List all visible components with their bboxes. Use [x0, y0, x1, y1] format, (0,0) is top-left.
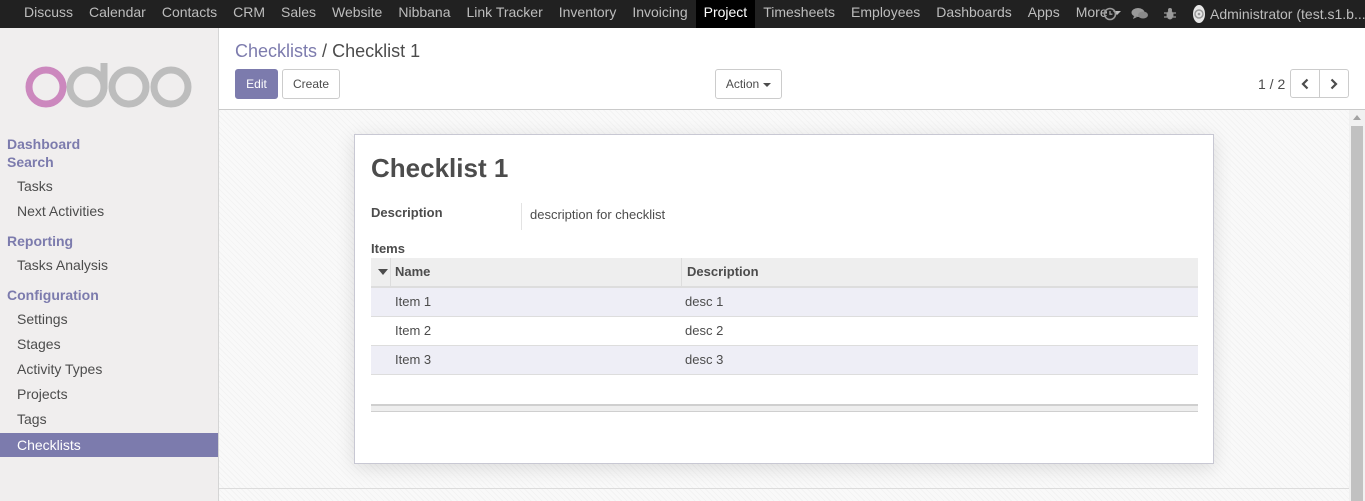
edit-button[interactable]: Edit	[235, 69, 278, 99]
table-row[interactable]: Item 1 desc 1	[371, 288, 1198, 317]
row-name-cell: Item 3	[395, 352, 432, 367]
content-footer-divider	[219, 488, 1349, 489]
app-crm[interactable]: CRM	[225, 0, 273, 28]
chevron-right-icon	[1330, 78, 1338, 89]
sidebar-section-reporting[interactable]: Reporting	[7, 233, 73, 249]
field-divider	[521, 203, 522, 230]
top-navbar: Discuss Calendar Contacts CRM Sales Webs…	[0, 0, 1365, 28]
row-name-cell: Item 1	[395, 294, 432, 309]
app-menu: Discuss Calendar Contacts CRM Sales Webs…	[0, 0, 1129, 28]
form-sheet: Checklist 1 Description description for …	[354, 134, 1214, 464]
sidebar-item-tasks-analysis[interactable]: Tasks Analysis	[0, 253, 218, 277]
odoo-logo	[25, 63, 192, 108]
vertical-scrollbar[interactable]	[1349, 110, 1365, 501]
app-discuss[interactable]: Discuss	[16, 0, 81, 28]
sidebar-item-settings[interactable]: Settings	[0, 307, 218, 331]
sidebar-section-configuration[interactable]: Configuration	[7, 287, 99, 303]
create-button[interactable]: Create	[282, 69, 340, 99]
pager-next-button[interactable]	[1319, 69, 1349, 98]
app-contacts[interactable]: Contacts	[154, 0, 225, 28]
app-invoicing[interactable]: Invoicing	[624, 0, 695, 28]
description-value: description for checklist	[530, 207, 666, 222]
chevron-left-icon	[1301, 78, 1309, 89]
sidebar: Dashboard Search Tasks Next Activities R…	[0, 28, 219, 501]
table-row[interactable]: Item 2 desc 2	[371, 317, 1198, 346]
row-name-cell: Item 2	[395, 323, 432, 338]
user-menu[interactable]: Administrator (test.s1.b...	[1185, 5, 1365, 23]
column-divider	[681, 258, 682, 286]
items-label: Items	[371, 241, 405, 256]
action-label: Action	[725, 77, 760, 91]
app-project[interactable]: Project	[695, 0, 756, 28]
app-link-tracker[interactable]: Link Tracker	[459, 0, 551, 28]
sidebar-item-tags[interactable]: Tags	[0, 407, 218, 431]
table-row[interactable]: Item 3 desc 3	[371, 346, 1198, 375]
app-calendar[interactable]: Calendar	[81, 0, 154, 28]
row-description-cell: desc 2	[685, 323, 724, 338]
breadcrumb-current: Checklist 1	[332, 41, 421, 61]
chat-icon[interactable]	[1125, 0, 1155, 28]
sidebar-item-next-activities[interactable]: Next Activities	[0, 199, 218, 223]
user-name: Administrator (test.s1.b...	[1210, 6, 1365, 22]
items-table: Name Description Item 1 desc 1 Item 2 de…	[371, 258, 1198, 375]
app-inventory[interactable]: Inventory	[551, 0, 625, 28]
column-header-description[interactable]: Description	[687, 258, 759, 286]
app-employees[interactable]: Employees	[843, 0, 928, 28]
caret-down-icon	[763, 82, 772, 87]
column-header-name[interactable]: Name	[395, 258, 430, 286]
sidebar-item-activity-types[interactable]: Activity Types	[0, 357, 218, 381]
table-header: Name Description	[371, 258, 1198, 288]
sort-toggle-icon[interactable]	[376, 258, 390, 286]
avatar	[1193, 5, 1205, 23]
action-dropdown[interactable]: Action	[715, 69, 782, 99]
pager-previous-button[interactable]	[1290, 69, 1320, 98]
app-sales[interactable]: Sales	[273, 0, 324, 28]
sidebar-item-checklists[interactable]: Checklists	[0, 433, 218, 457]
sidebar-section-search[interactable]: Search	[7, 154, 54, 170]
app-nibbana[interactable]: Nibbana	[390, 0, 458, 28]
scrollbar-thumb[interactable]	[1351, 126, 1363, 501]
bug-icon[interactable]	[1155, 0, 1185, 28]
control-panel: Checklists / Checklist 1 Edit Create Act…	[219, 28, 1365, 110]
breadcrumb: Checklists / Checklist 1	[235, 41, 420, 62]
clock-icon[interactable]	[1095, 0, 1125, 28]
breadcrumb-checklists[interactable]: Checklists	[235, 41, 317, 61]
row-description-cell: desc 3	[685, 352, 724, 367]
column-divider	[390, 258, 391, 286]
row-description-cell: desc 1	[685, 294, 724, 309]
systray: Administrator (test.s1.b...	[1095, 0, 1365, 28]
app-website[interactable]: Website	[324, 0, 390, 28]
sidebar-item-tasks[interactable]: Tasks	[0, 174, 218, 198]
table-footer	[371, 404, 1198, 412]
record-title: Checklist 1	[371, 153, 509, 183]
breadcrumb-separator: /	[322, 41, 328, 61]
app-timesheets[interactable]: Timesheets	[755, 0, 843, 28]
app-dashboards[interactable]: Dashboards	[928, 0, 1020, 28]
sidebar-item-projects[interactable]: Projects	[0, 382, 218, 406]
app-apps[interactable]: Apps	[1020, 0, 1068, 28]
pager-value[interactable]: 1 / 2	[1258, 76, 1285, 92]
sidebar-section-dashboard[interactable]: Dashboard	[7, 136, 80, 152]
scroll-up-arrow-icon[interactable]	[1353, 115, 1361, 120]
sidebar-item-stages[interactable]: Stages	[0, 332, 218, 356]
description-label: Description	[371, 205, 443, 220]
